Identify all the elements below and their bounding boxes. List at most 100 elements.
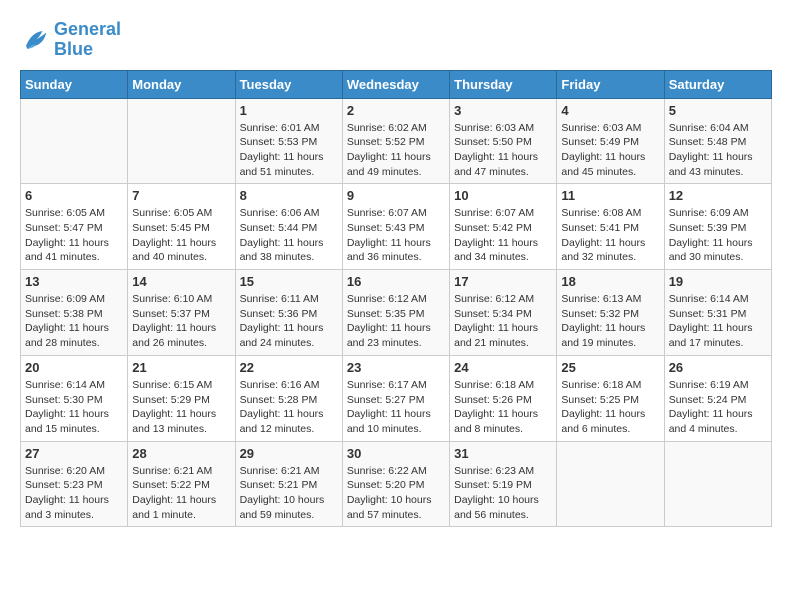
calendar-cell: 25 Sunrise: 6:18 AM Sunset: 5:25 PM Dayli…	[557, 355, 664, 441]
day-number: 17	[454, 274, 552, 289]
calendar-table: SundayMondayTuesdayWednesdayThursdayFrid…	[20, 70, 772, 528]
day-number: 30	[347, 446, 445, 461]
weekday-header-cell: Sunday	[21, 70, 128, 98]
weekday-header-cell: Monday	[128, 70, 235, 98]
day-number: 12	[669, 188, 767, 203]
day-number: 6	[25, 188, 123, 203]
day-number: 24	[454, 360, 552, 375]
weekday-header-cell: Friday	[557, 70, 664, 98]
calendar-cell: 8 Sunrise: 6:06 AM Sunset: 5:44 PM Daylig…	[235, 184, 342, 270]
day-number: 13	[25, 274, 123, 289]
day-number: 20	[25, 360, 123, 375]
calendar-cell: 29 Sunrise: 6:21 AM Sunset: 5:21 PM Dayli…	[235, 441, 342, 527]
calendar-cell: 18 Sunrise: 6:13 AM Sunset: 5:32 PM Dayli…	[557, 270, 664, 356]
calendar-cell: 17Sunrise: 6:12 AM Sunset: 5:34 PM Dayli…	[450, 270, 557, 356]
day-number: 23	[347, 360, 445, 375]
day-number: 10	[454, 188, 552, 203]
calendar-cell: 22 Sunrise: 6:16 AM Sunset: 5:28 PM Dayli…	[235, 355, 342, 441]
weekday-header-cell: Thursday	[450, 70, 557, 98]
day-info: Sunrise: 6:23 AM Sunset: 5:19 PM Dayligh…	[454, 464, 552, 523]
calendar-cell: 26 Sunrise: 6:19 AM Sunset: 5:24 PM Dayli…	[664, 355, 771, 441]
day-number: 4	[561, 103, 659, 118]
day-info: Sunrise: 6:13 AM Sunset: 5:32 PM Dayligh…	[561, 292, 659, 351]
day-info: Sunrise: 6:09 AM Sunset: 5:39 PM Dayligh…	[669, 206, 767, 265]
logo-text: General Blue	[54, 20, 121, 60]
calendar-cell: 10 Sunrise: 6:07 AM Sunset: 5:42 PM Dayli…	[450, 184, 557, 270]
day-info: Sunrise: 6:02 AM Sunset: 5:52 PM Dayligh…	[347, 121, 445, 180]
calendar-cell: 24Sunrise: 6:18 AM Sunset: 5:26 PM Dayli…	[450, 355, 557, 441]
day-info: Sunrise: 6:05 AM Sunset: 5:47 PM Dayligh…	[25, 206, 123, 265]
calendar-week-row: 13 Sunrise: 6:09 AM Sunset: 5:38 PM Dayli…	[21, 270, 772, 356]
calendar-cell: 16Sunrise: 6:12 AM Sunset: 5:35 PM Dayli…	[342, 270, 449, 356]
calendar-week-row: 1Sunrise: 6:01 AM Sunset: 5:53 PM Daylig…	[21, 98, 772, 184]
day-info: Sunrise: 6:06 AM Sunset: 5:44 PM Dayligh…	[240, 206, 338, 265]
weekday-header-cell: Saturday	[664, 70, 771, 98]
day-info: Sunrise: 6:07 AM Sunset: 5:43 PM Dayligh…	[347, 206, 445, 265]
day-info: Sunrise: 6:03 AM Sunset: 5:49 PM Dayligh…	[561, 121, 659, 180]
day-info: Sunrise: 6:03 AM Sunset: 5:50 PM Dayligh…	[454, 121, 552, 180]
day-info: Sunrise: 6:07 AM Sunset: 5:42 PM Dayligh…	[454, 206, 552, 265]
day-number: 22	[240, 360, 338, 375]
calendar-cell: 13 Sunrise: 6:09 AM Sunset: 5:38 PM Dayli…	[21, 270, 128, 356]
calendar-cell: 15 Sunrise: 6:11 AM Sunset: 5:36 PM Dayli…	[235, 270, 342, 356]
day-number: 26	[669, 360, 767, 375]
day-info: Sunrise: 6:16 AM Sunset: 5:28 PM Dayligh…	[240, 378, 338, 437]
day-info: Sunrise: 6:01 AM Sunset: 5:53 PM Dayligh…	[240, 121, 338, 180]
day-number: 31	[454, 446, 552, 461]
day-number: 18	[561, 274, 659, 289]
day-number: 29	[240, 446, 338, 461]
day-number: 27	[25, 446, 123, 461]
day-number: 2	[347, 103, 445, 118]
weekday-header-row: SundayMondayTuesdayWednesdayThursdayFrid…	[21, 70, 772, 98]
calendar-cell: 11Sunrise: 6:08 AM Sunset: 5:41 PM Dayli…	[557, 184, 664, 270]
calendar-cell: 19 Sunrise: 6:14 AM Sunset: 5:31 PM Dayli…	[664, 270, 771, 356]
calendar-week-row: 20 Sunrise: 6:14 AM Sunset: 5:30 PM Dayli…	[21, 355, 772, 441]
calendar-cell: 4 Sunrise: 6:03 AM Sunset: 5:49 PM Daylig…	[557, 98, 664, 184]
calendar-cell: 28Sunrise: 6:21 AM Sunset: 5:22 PM Dayli…	[128, 441, 235, 527]
day-number: 21	[132, 360, 230, 375]
day-info: Sunrise: 6:15 AM Sunset: 5:29 PM Dayligh…	[132, 378, 230, 437]
day-number: 7	[132, 188, 230, 203]
calendar-cell: 3Sunrise: 6:03 AM Sunset: 5:50 PM Daylig…	[450, 98, 557, 184]
weekday-header-cell: Wednesday	[342, 70, 449, 98]
day-info: Sunrise: 6:04 AM Sunset: 5:48 PM Dayligh…	[669, 121, 767, 180]
day-number: 25	[561, 360, 659, 375]
day-number: 11	[561, 188, 659, 203]
calendar-cell: 5 Sunrise: 6:04 AM Sunset: 5:48 PM Daylig…	[664, 98, 771, 184]
calendar-week-row: 27Sunrise: 6:20 AM Sunset: 5:23 PM Dayli…	[21, 441, 772, 527]
day-info: Sunrise: 6:11 AM Sunset: 5:36 PM Dayligh…	[240, 292, 338, 351]
calendar-cell: 23Sunrise: 6:17 AM Sunset: 5:27 PM Dayli…	[342, 355, 449, 441]
calendar-cell: 9 Sunrise: 6:07 AM Sunset: 5:43 PM Daylig…	[342, 184, 449, 270]
calendar-cell	[664, 441, 771, 527]
day-number: 5	[669, 103, 767, 118]
calendar-cell: 14 Sunrise: 6:10 AM Sunset: 5:37 PM Dayli…	[128, 270, 235, 356]
calendar-week-row: 6 Sunrise: 6:05 AM Sunset: 5:47 PM Daylig…	[21, 184, 772, 270]
calendar-cell: 30 Sunrise: 6:22 AM Sunset: 5:20 PM Dayli…	[342, 441, 449, 527]
day-info: Sunrise: 6:10 AM Sunset: 5:37 PM Dayligh…	[132, 292, 230, 351]
day-info: Sunrise: 6:09 AM Sunset: 5:38 PM Dayligh…	[25, 292, 123, 351]
calendar-cell	[128, 98, 235, 184]
day-number: 19	[669, 274, 767, 289]
calendar-cell: 31 Sunrise: 6:23 AM Sunset: 5:19 PM Dayli…	[450, 441, 557, 527]
day-info: Sunrise: 6:21 AM Sunset: 5:21 PM Dayligh…	[240, 464, 338, 523]
calendar-cell: 12 Sunrise: 6:09 AM Sunset: 5:39 PM Dayli…	[664, 184, 771, 270]
logo-bird-icon	[20, 25, 50, 55]
day-info: Sunrise: 6:19 AM Sunset: 5:24 PM Dayligh…	[669, 378, 767, 437]
calendar-cell: 7 Sunrise: 6:05 AM Sunset: 5:45 PM Daylig…	[128, 184, 235, 270]
page-header: General Blue	[20, 20, 772, 60]
calendar-cell: 6 Sunrise: 6:05 AM Sunset: 5:47 PM Daylig…	[21, 184, 128, 270]
day-info: Sunrise: 6:14 AM Sunset: 5:31 PM Dayligh…	[669, 292, 767, 351]
day-info: Sunrise: 6:22 AM Sunset: 5:20 PM Dayligh…	[347, 464, 445, 523]
calendar-cell	[21, 98, 128, 184]
day-number: 9	[347, 188, 445, 203]
day-number: 15	[240, 274, 338, 289]
calendar-body: 1Sunrise: 6:01 AM Sunset: 5:53 PM Daylig…	[21, 98, 772, 527]
day-info: Sunrise: 6:18 AM Sunset: 5:25 PM Dayligh…	[561, 378, 659, 437]
calendar-cell: 21 Sunrise: 6:15 AM Sunset: 5:29 PM Dayli…	[128, 355, 235, 441]
day-info: Sunrise: 6:14 AM Sunset: 5:30 PM Dayligh…	[25, 378, 123, 437]
day-info: Sunrise: 6:05 AM Sunset: 5:45 PM Dayligh…	[132, 206, 230, 265]
day-number: 8	[240, 188, 338, 203]
weekday-header-cell: Tuesday	[235, 70, 342, 98]
day-number: 14	[132, 274, 230, 289]
calendar-cell: 27Sunrise: 6:20 AM Sunset: 5:23 PM Dayli…	[21, 441, 128, 527]
